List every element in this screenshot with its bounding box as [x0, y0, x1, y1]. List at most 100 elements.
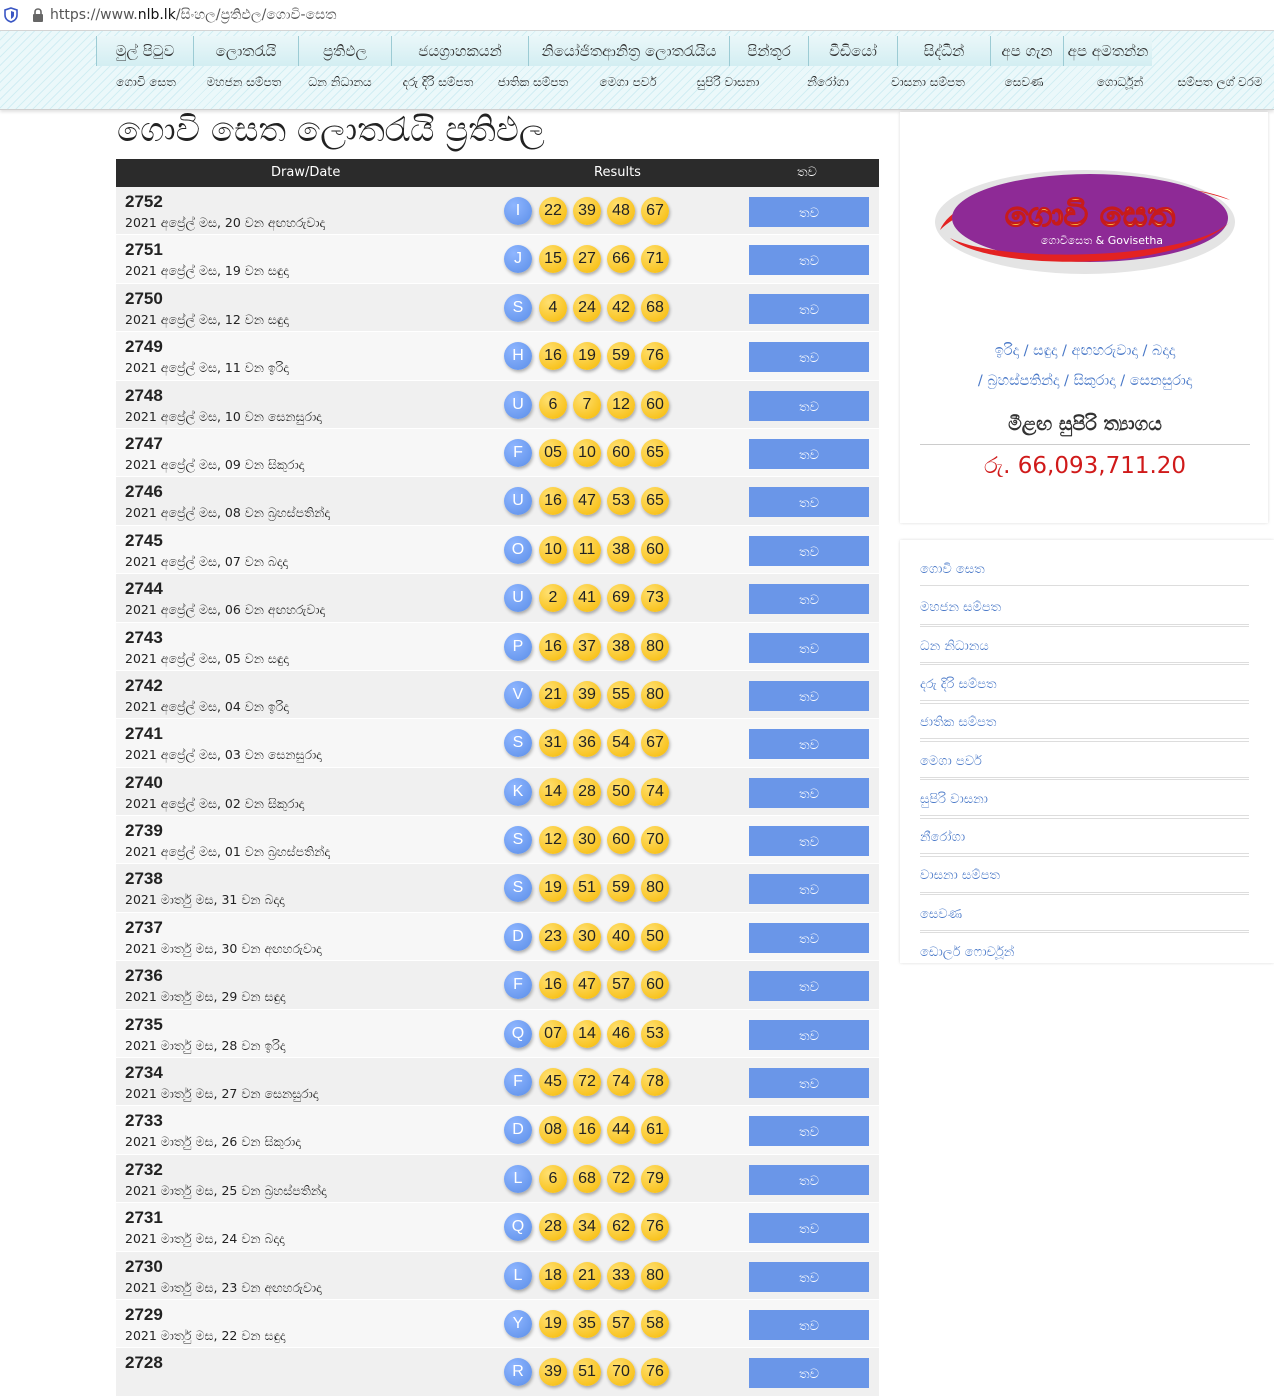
draw-number: 2735: [125, 1014, 163, 1034]
nav-top-item[interactable]: මුල් පිටුව: [96, 36, 193, 66]
number-ball: 47: [573, 487, 601, 516]
more-button[interactable]: තව: [749, 1309, 869, 1340]
nav-top-item[interactable]: ප්‍රතිඵල: [298, 36, 391, 66]
letter-ball: D: [504, 1116, 532, 1145]
more-button[interactable]: තව: [749, 971, 869, 1002]
address-bar[interactable]: https://www. nlb.lk/සිංහල/ප්‍රතිඵල/ගොවි-ස…: [0, 0, 1274, 31]
jackpot-value: රු. 66,093,711.20: [983, 453, 1187, 479]
draw-day-link[interactable]: / අඟහරුවාදා: [1062, 343, 1138, 359]
number-ball: 80: [641, 680, 669, 709]
number-ball: 74: [607, 1068, 635, 1097]
more-button[interactable]: තව: [749, 1019, 869, 1050]
letter-ball: Q: [504, 1213, 532, 1242]
more-button[interactable]: තව: [749, 1261, 869, 1292]
number-ball: 24: [573, 293, 601, 322]
table-row: 2747 2021 අප්‍රේල් මස, 09 වන සිකුරාදා F 05 1…: [116, 428, 879, 478]
number-ball: 39: [573, 680, 601, 709]
number-ball: 07: [539, 1019, 567, 1048]
nav-sub-item[interactable]: සම්පත ලග් වරම: [1170, 73, 1270, 107]
nav-top-item[interactable]: ජයග්‍රාහකයන්: [391, 36, 528, 66]
sidebar-lottery-link[interactable]: ගොවි සෙත: [920, 540, 1249, 628]
draw-day-link[interactable]: ඉරිදා: [995, 343, 1019, 359]
more-button[interactable]: තව: [749, 1358, 869, 1389]
sidebar-lottery-link[interactable]: මහජන සම්පත: [920, 578, 1249, 666]
govisetha-logo: ගොවි සෙත ගොවිසෙත & Govisetha: [930, 160, 1240, 280]
table-row: 2746 2021 අප්‍රේල් මස, 08 වන බ්‍රහස්පතින්…: [116, 477, 879, 526]
number-ball: 40: [607, 922, 635, 951]
draw-day-link[interactable]: / සඳුදා: [1024, 343, 1058, 359]
nav-sub-item[interactable]: ධන නිධානය: [292, 73, 388, 107]
sidebar-lottery-link[interactable]: ඩොලර් ෆොර්චූන්: [920, 923, 1249, 961]
draw-date: 2021 අප්‍රේල් මස, 20 වන අඟහරුවාදා: [125, 215, 326, 230]
letter-ball: L: [504, 1261, 532, 1290]
nav-sub-item[interactable]: සුපිරි වාසනා: [678, 73, 778, 107]
nav-sub-item[interactable]: ගොර්ධූන්: [1070, 73, 1170, 107]
sidebar-lottery-link[interactable]: සුපිරි වාසනා: [920, 770, 1249, 858]
more-button[interactable]: තව: [749, 826, 869, 857]
nav-sub-item[interactable]: නීරෝගා: [778, 73, 878, 107]
nav-sub-item[interactable]: ගොවි සෙත: [96, 73, 196, 107]
nav-top-item[interactable]: නියෝජිතආනිත්‍ර ලොතරැයිය: [528, 36, 729, 66]
table-row: 2741 2021 අප්‍රේල් මස, 03 වන සෙනසුරාදා S 31…: [116, 719, 879, 768]
more-button[interactable]: තව: [749, 390, 869, 421]
more-button[interactable]: තව: [749, 777, 869, 808]
more-button[interactable]: තව: [749, 535, 869, 566]
nav-top-item[interactable]: ලොතරැයි: [193, 36, 298, 66]
more-button[interactable]: තව: [749, 922, 869, 953]
more-button[interactable]: තව: [749, 1213, 869, 1244]
nav-top-item[interactable]: අප ගැන: [990, 36, 1063, 66]
draw-number: 2737: [125, 917, 163, 937]
more-button[interactable]: තව: [749, 245, 869, 276]
nav-sub-item[interactable]: සෙවණ: [978, 73, 1070, 107]
sidebar-lottery-link[interactable]: මෙගා පවර්: [920, 732, 1249, 820]
draw-number: 2734: [125, 1063, 163, 1083]
more-button[interactable]: තව: [749, 438, 869, 469]
more-button[interactable]: තව: [749, 342, 869, 373]
draw-number: 2751: [125, 240, 163, 260]
draw-day-link[interactable]: / සිකුරාදා: [1064, 373, 1116, 389]
nav-sub-item[interactable]: මෙගා පවර්: [578, 73, 678, 107]
sidebar-lottery-link[interactable]: ජාතික සම්පත: [920, 693, 1249, 781]
more-button[interactable]: තව: [749, 1164, 869, 1195]
more-button[interactable]: තව: [749, 197, 869, 227]
sidebar-lottery-link[interactable]: ධන නිධානය: [920, 617, 1249, 705]
draw-day-link[interactable]: / සෙනසුරාදා: [1120, 373, 1192, 389]
number-ball: 78: [641, 1068, 669, 1097]
nav-sub-item[interactable]: ජාතික සම්පත: [488, 73, 578, 107]
sidebar-lottery-link[interactable]: නීරෝගා: [920, 808, 1249, 896]
draw-number: 2744: [125, 579, 163, 599]
number-ball: 16: [539, 971, 567, 1000]
more-button[interactable]: තව: [749, 729, 869, 760]
nav-sub-item[interactable]: මහජන සම්පත: [196, 73, 292, 107]
number-ball: 11: [573, 535, 601, 564]
more-button[interactable]: තව: [749, 584, 869, 615]
more-button[interactable]: තව: [749, 1116, 869, 1147]
nav-top-menu: මුල් පිටුව ලොතරැයි ප්‍රතිඵල ජයග්‍රාහකයන් නිය…: [96, 36, 1152, 66]
more-button[interactable]: තව: [749, 680, 869, 711]
sidebar-lottery-link[interactable]: සෙවණ: [920, 885, 1249, 931]
nav-top-item[interactable]: පින්තූර: [729, 36, 808, 66]
more-button[interactable]: තව: [749, 293, 869, 324]
nav-top-item[interactable]: වීඩියෝ: [808, 36, 897, 66]
nav-sub-item[interactable]: වාසනා සම්පත: [878, 73, 978, 107]
nav-top-item[interactable]: අප අමතන්න: [1063, 36, 1152, 66]
draw-number: 2740: [125, 772, 163, 792]
draw-day-link[interactable]: / බ්‍රහස්පතින්දා: [978, 373, 1060, 389]
letter-ball: P: [504, 632, 532, 661]
nav-top-item[interactable]: සිද්ධීන්: [897, 36, 990, 66]
draw-day-link[interactable]: / බදාදා: [1142, 343, 1175, 359]
number-ball: 67: [641, 197, 669, 225]
draw-number: 2731: [125, 1208, 163, 1228]
number-ball: 14: [539, 777, 567, 806]
more-button[interactable]: තව: [749, 487, 869, 518]
more-button[interactable]: තව: [749, 1068, 869, 1099]
number-ball: 59: [607, 874, 635, 903]
divider: [920, 444, 1250, 445]
nav-sub-item[interactable]: දරු දිරි සම්පත: [388, 73, 488, 107]
sidebar-lottery-link[interactable]: දරු දිරි සම්පත: [920, 655, 1249, 743]
letter-ball: S: [504, 293, 532, 322]
more-button[interactable]: තව: [749, 874, 869, 905]
more-button[interactable]: තව: [749, 632, 869, 663]
sidebar-lottery-link[interactable]: වාසනා සම්පත: [920, 846, 1249, 935]
number-ball: 60: [607, 826, 635, 855]
